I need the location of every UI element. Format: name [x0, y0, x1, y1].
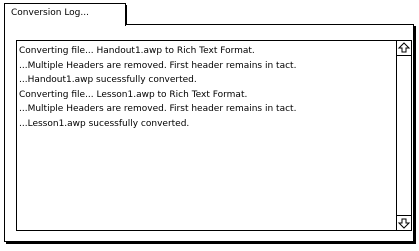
up-arrow-icon — [397, 41, 411, 55]
vertical-scrollbar[interactable] — [396, 41, 411, 230]
tab-label: Conversion Log... — [11, 8, 89, 18]
log-line: ...Handout1.awp sucessfully converted. — [19, 75, 197, 86]
down-arrow-icon — [397, 216, 411, 230]
log-line: ...Multiple Headers are removed. First h… — [19, 60, 297, 71]
log-line: Converting file... Handout1.awp to Rich … — [19, 46, 255, 56]
scroll-down-button[interactable] — [397, 215, 411, 230]
scroll-up-button[interactable] — [397, 41, 411, 56]
log-line: ...Lesson1.awp sucessfully converted. — [19, 118, 190, 129]
tab-conversion-log[interactable]: Conversion Log... — [4, 3, 126, 26]
log-lines: Converting file... Handout1.awp to Rich … — [19, 44, 394, 132]
log-line: Converting file... Lesson1.awp to Rich T… — [19, 89, 248, 100]
conversion-log-list[interactable]: Converting file... Handout1.awp to Rich … — [16, 40, 412, 231]
log-line: ...Multiple Headers are removed. First h… — [19, 104, 297, 115]
